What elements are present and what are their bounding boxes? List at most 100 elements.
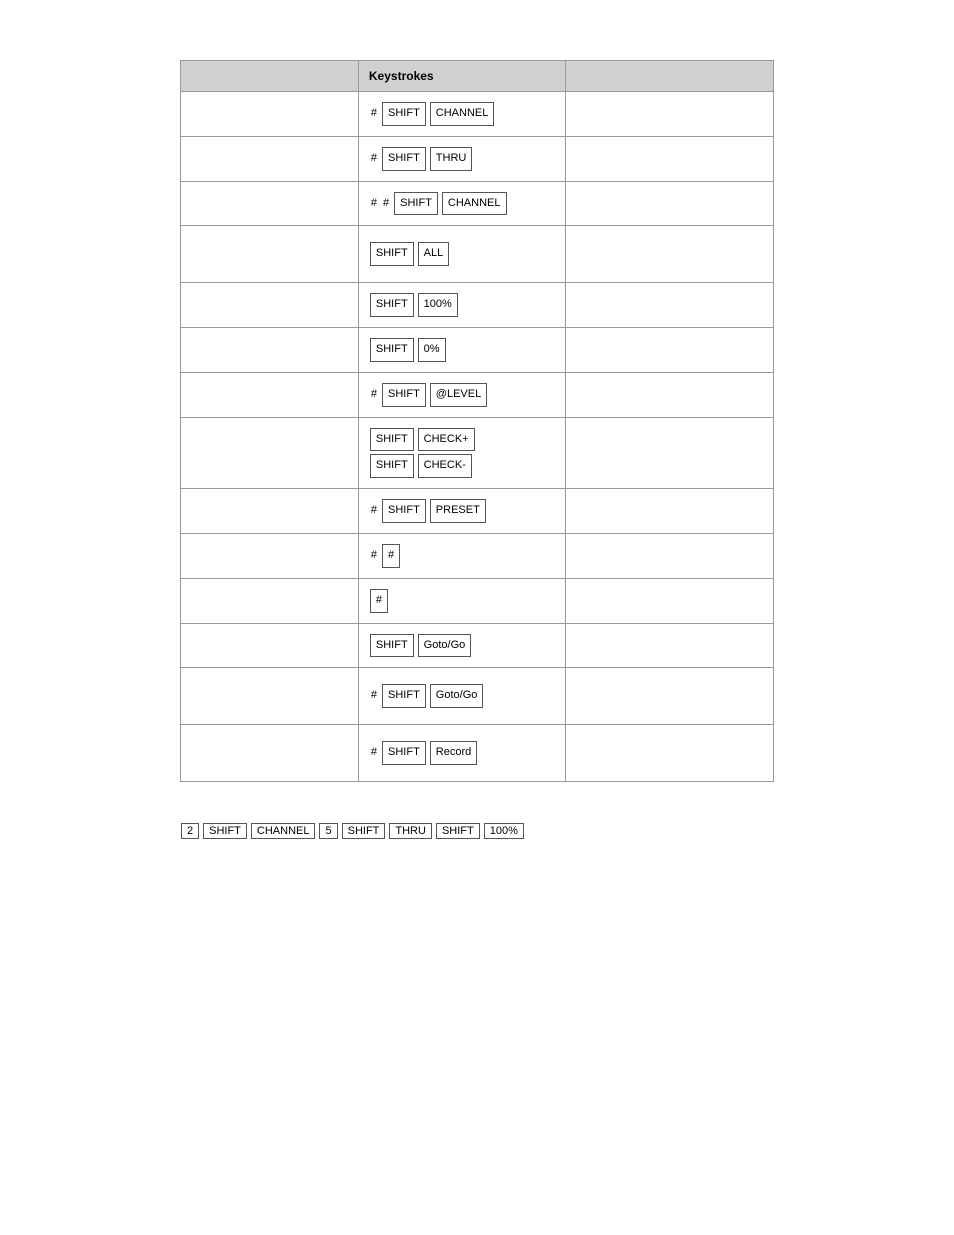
row-keys: #SHIFTRecord <box>358 725 566 782</box>
table-row: SHIFT100% <box>181 283 774 328</box>
row-col1 <box>181 226 359 283</box>
key-item: @LEVEL <box>430 383 487 407</box>
key-item: SHIFT <box>370 428 414 452</box>
key-item: CHECK- <box>418 454 472 478</box>
example-key: 100% <box>484 823 524 839</box>
key-item: SHIFT <box>382 499 426 523</box>
table-row: #SHIFTGoto/Go <box>181 668 774 725</box>
key-item: # <box>370 589 388 613</box>
row-col3 <box>566 578 774 623</box>
row-col1 <box>181 623 359 668</box>
row-col1 <box>181 136 359 181</box>
row-col1 <box>181 533 359 578</box>
row-col3 <box>566 283 774 328</box>
table-row: #SHIFTPRESET <box>181 489 774 534</box>
table-header-row: Keystrokes <box>181 61 774 92</box>
header-col1 <box>181 61 359 92</box>
key-item: SHIFT <box>370 338 414 362</box>
header-col2: Keystrokes <box>358 61 566 92</box>
row-col1 <box>181 372 359 417</box>
row-keys: #SHIFT@LEVEL <box>358 372 566 417</box>
example-key: 2 <box>181 823 199 839</box>
row-col1 <box>181 181 359 226</box>
key-item: 0% <box>418 338 446 362</box>
key-item: Record <box>430 741 477 765</box>
row-keys: #SHIFTGoto/Go <box>358 668 566 725</box>
row-col1 <box>181 668 359 725</box>
row-keys: ## <box>358 533 566 578</box>
table-row: ##SHIFTCHANNEL <box>181 181 774 226</box>
table-row: # <box>181 578 774 623</box>
key-item: SHIFT <box>370 242 414 266</box>
example-key: SHIFT <box>342 823 386 839</box>
key-item: SHIFT <box>394 192 438 216</box>
row-keys: SHIFTGoto/Go <box>358 623 566 668</box>
key-item: THRU <box>430 147 473 171</box>
row-keys: SHIFT100% <box>358 283 566 328</box>
row-keys: # <box>358 578 566 623</box>
row-col3 <box>566 327 774 372</box>
row-col1 <box>181 725 359 782</box>
example-row: 2SHIFTCHANNEL5SHIFTTHRUSHIFT100% <box>180 822 774 840</box>
shortcut-table: Keystrokes #SHIFTCHANNEL#SHIFTTHRU##SHIF… <box>180 60 774 782</box>
key-item: ALL <box>418 242 450 266</box>
row-col3 <box>566 668 774 725</box>
key-item: SHIFT <box>370 293 414 317</box>
header-col3 <box>566 61 774 92</box>
example-key: THRU <box>389 823 432 839</box>
row-col1 <box>181 578 359 623</box>
key-item: SHIFT <box>382 741 426 765</box>
key-item: # <box>371 546 377 566</box>
key-item: # <box>371 385 377 405</box>
key-item: # <box>383 194 389 214</box>
key-item: # <box>371 149 377 169</box>
example-key: SHIFT <box>203 823 247 839</box>
key-item: # <box>371 194 377 214</box>
table-row: #SHIFTTHRU <box>181 136 774 181</box>
row-keys: #SHIFTCHANNEL <box>358 92 566 137</box>
row-col1 <box>181 417 359 489</box>
row-col3 <box>566 136 774 181</box>
row-col3 <box>566 181 774 226</box>
row-col1 <box>181 489 359 534</box>
row-keys: SHIFTALL <box>358 226 566 283</box>
table-row: #SHIFTCHANNEL <box>181 92 774 137</box>
row-col1 <box>181 92 359 137</box>
row-keys: #SHIFTTHRU <box>358 136 566 181</box>
example-key: SHIFT <box>436 823 480 839</box>
key-item: # <box>371 501 377 521</box>
key-item: # <box>371 686 377 706</box>
key-item: SHIFT <box>382 684 426 708</box>
key-item: CHANNEL <box>442 192 507 216</box>
key-item: Goto/Go <box>430 684 484 708</box>
key-item: Goto/Go <box>418 634 472 658</box>
key-item: 100% <box>418 293 458 317</box>
key-item: SHIFT <box>370 454 414 478</box>
key-item: # <box>371 743 377 763</box>
table-row: SHIFT0% <box>181 327 774 372</box>
table-row: #SHIFT@LEVEL <box>181 372 774 417</box>
row-keys: #SHIFTPRESET <box>358 489 566 534</box>
row-col1 <box>181 327 359 372</box>
table-row: SHIFTGoto/Go <box>181 623 774 668</box>
table-row: SHIFTCHECK+SHIFTCHECK- <box>181 417 774 489</box>
key-item: SHIFT <box>382 147 426 171</box>
example-key: CHANNEL <box>251 823 316 839</box>
example-key: 5 <box>319 823 337 839</box>
row-col3 <box>566 92 774 137</box>
row-col3 <box>566 533 774 578</box>
row-keys: ##SHIFTCHANNEL <box>358 181 566 226</box>
row-col3 <box>566 623 774 668</box>
key-item: CHECK+ <box>418 428 475 452</box>
table-row: #SHIFTRecord <box>181 725 774 782</box>
row-col3 <box>566 489 774 534</box>
row-col3 <box>566 725 774 782</box>
key-item: # <box>382 544 400 568</box>
row-col1 <box>181 283 359 328</box>
page-container: Keystrokes #SHIFTCHANNEL#SHIFTTHRU##SHIF… <box>0 0 954 900</box>
row-col3 <box>566 372 774 417</box>
key-item: SHIFT <box>382 102 426 126</box>
key-item: # <box>371 104 377 124</box>
row-keys: SHIFT0% <box>358 327 566 372</box>
key-item: SHIFT <box>370 634 414 658</box>
